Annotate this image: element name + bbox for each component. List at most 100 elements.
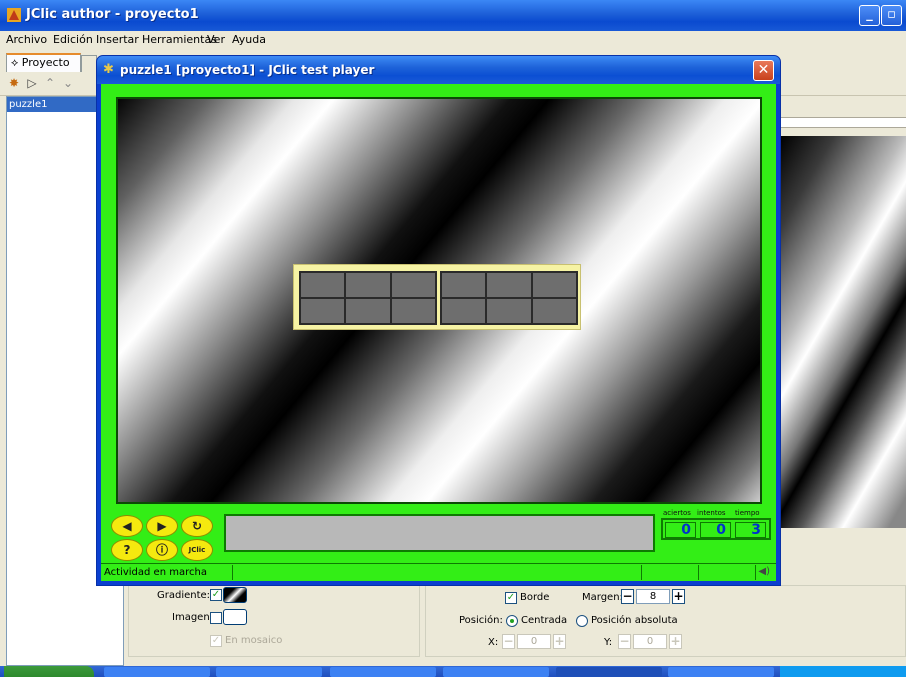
counters-panel: 0 0 3 [661,518,771,540]
puzzle-piece[interactable] [441,298,487,324]
main-window-title: JClic author - proyecto1 [26,7,199,22]
system-tray [780,666,906,677]
window-preview [780,136,906,528]
tile-checkbox[interactable]: ✓ [210,635,222,647]
restore-button[interactable]: ▫ [881,5,902,26]
player-titlebar: ✱ puzzle1 [proyecto1] - JClic test playe… [97,56,780,84]
taskbar-item-active[interactable] [556,667,662,677]
message-box [224,514,655,552]
menu-archivo[interactable]: Archivo [6,33,47,46]
image-select-button[interactable] [223,609,247,625]
player-body: ◀ ▶ ↻ ? ⓘ JClic aciertos intentos tiempo… [101,84,776,581]
editor-subheader [780,118,906,128]
score-label: aciertos [663,509,691,517]
status-text: Actividad en marcha [104,567,207,578]
puzzle-piece[interactable] [300,298,346,324]
x-increase-button[interactable]: + [553,634,566,649]
taskbar [0,666,906,677]
margin-increase-button[interactable]: + [672,589,685,604]
next-activity-button[interactable]: ▶ [146,515,178,537]
menubar: Archivo Edición Insertar Herramientas Ve… [0,31,906,49]
image-label: Imagen: [172,612,214,623]
puzzle-piece[interactable] [486,298,532,324]
tile-label: En mosaico [225,635,283,646]
activity-play-area [116,97,762,504]
gradient-checkbox[interactable]: ✓ [210,589,222,601]
y-decrease-button[interactable]: − [618,634,631,649]
margin-decrease-button[interactable]: − [621,589,634,604]
margin-label: Margen: [582,592,623,603]
margin-value[interactable]: 8 [636,589,670,604]
project-settings-icon[interactable]: ✸ [6,75,22,91]
main-titlebar: JClic author - proyecto1 _ ▫ [0,0,906,31]
taskbar-item[interactable] [668,667,774,677]
sound-icon[interactable]: ◀) [758,566,770,577]
puzzle-piece[interactable] [390,272,436,298]
close-button[interactable]: ✕ [753,60,774,81]
puzzle-piece[interactable] [345,272,391,298]
puzzle-piece-group-left [299,271,437,325]
editor-header [780,96,906,118]
position-label: Posición: [459,615,503,626]
puzzle-piece[interactable] [486,272,532,298]
score-counter: 0 [665,522,696,538]
jclic-app-icon [6,7,22,23]
project-icon: ⟡ [11,56,19,69]
actions-label: intentos [697,509,726,517]
x-label: X: [488,637,499,648]
play-icon[interactable]: ▷ [24,75,40,91]
absolute-position-label: Posición absoluta [591,615,678,626]
taskbar-item[interactable] [104,667,210,677]
centered-label: Centrada [521,615,568,626]
y-label: Y: [604,637,613,648]
taskbar-item[interactable] [330,667,436,677]
gradient-label: Gradiente: [157,590,211,601]
test-player-window: ✱ puzzle1 [proyecto1] - JClic test playe… [96,55,781,586]
puzzle-board [293,264,581,330]
move-up-icon[interactable]: ⌃ [42,75,58,91]
puzzle-piece[interactable] [345,298,391,324]
menu-edicion[interactable]: Edición [53,33,93,46]
jclic-logo-button[interactable]: JClic [181,539,213,561]
minimize-button[interactable]: _ [859,5,880,26]
player-statusbar: Actividad en marcha ◀) [101,563,776,581]
time-label: tiempo [735,509,760,517]
y-increase-button[interactable]: + [669,634,682,649]
puzzle-piece[interactable] [390,298,436,324]
puzzle-piece[interactable] [300,272,346,298]
tab-activity[interactable] [81,55,97,72]
puzzle-piece-group-right [440,271,578,325]
move-down-icon[interactable]: ⌄ [60,75,76,91]
puzzle-piece[interactable] [531,298,577,324]
puzzle-piece[interactable] [531,272,577,298]
status-divider [232,565,233,580]
help-button[interactable]: ? [111,539,143,561]
tab-proyecto-label: Proyecto [21,56,70,69]
x-value[interactable]: 0 [517,634,551,649]
status-divider [641,565,642,580]
menu-insertar[interactable]: Insertar [96,33,139,46]
jclic-player-icon: ✱ [103,62,114,77]
menu-ayuda[interactable]: Ayuda [232,33,266,46]
taskbar-item[interactable] [216,667,322,677]
absolute-position-radio[interactable] [576,615,588,627]
centered-radio[interactable] [506,615,518,627]
y-value[interactable]: 0 [633,634,667,649]
restart-activity-button[interactable]: ↻ [181,515,213,537]
gradient-swatch-button[interactable] [223,587,247,603]
status-divider [698,565,699,580]
start-button[interactable] [4,666,94,677]
border-checkbox[interactable]: ✓ [505,592,517,604]
previous-activity-button[interactable]: ◀ [111,515,143,537]
info-button[interactable]: ⓘ [146,539,178,561]
puzzle-piece[interactable] [441,272,487,298]
image-checkbox[interactable] [210,612,222,624]
player-title: puzzle1 [proyecto1] - JClic test player [120,63,375,77]
background-settings-panel: Gradiente: ✓ Imagen: ✓ En mosaico [128,585,420,657]
menu-ver[interactable]: Ver [207,33,225,46]
x-decrease-button[interactable]: − [502,634,515,649]
status-divider [755,565,756,580]
tab-proyecto[interactable]: ⟡ Proyecto [6,53,81,72]
taskbar-item[interactable] [443,667,549,677]
menu-herramientas[interactable]: Herramientas [142,33,217,46]
